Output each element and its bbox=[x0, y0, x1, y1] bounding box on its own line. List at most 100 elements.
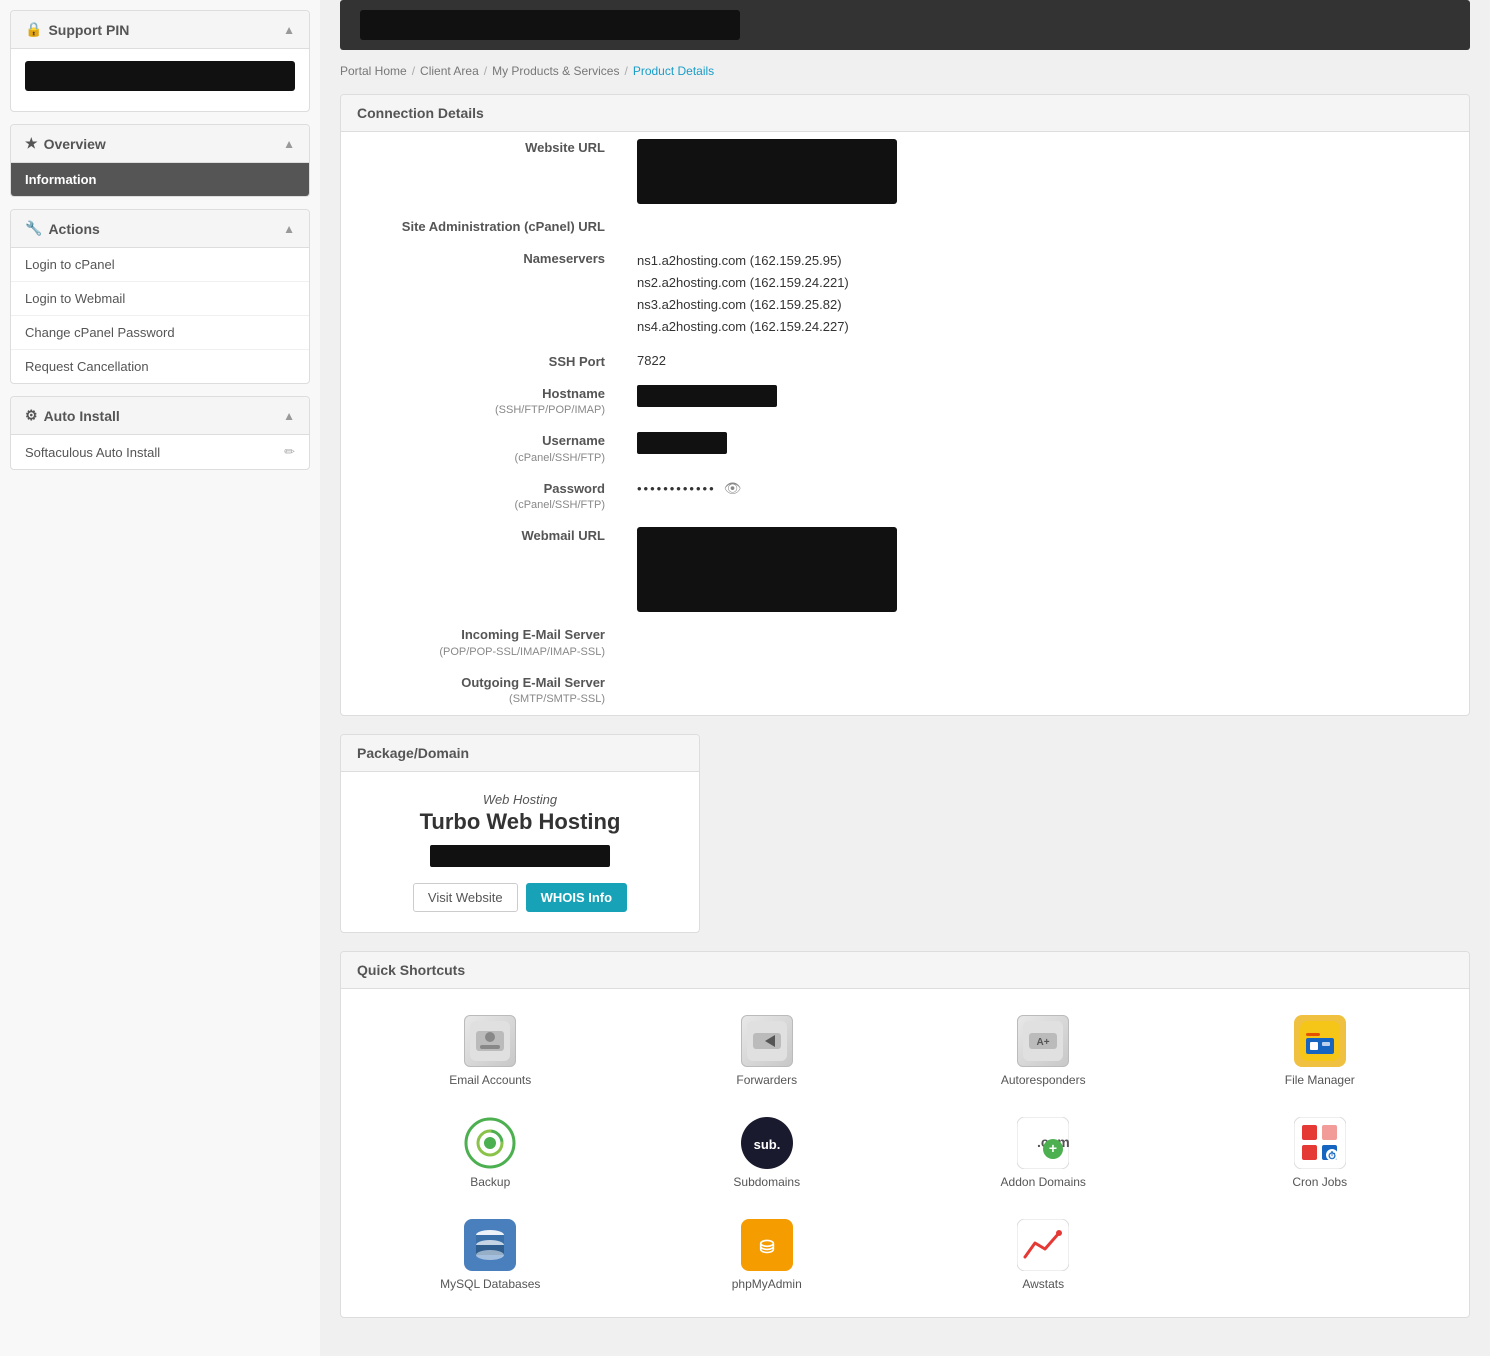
support-pin-value bbox=[25, 61, 295, 91]
chevron-up-icon-actions[interactable]: ▲ bbox=[283, 222, 295, 236]
package-domain-card: Package/Domain Web Hosting Turbo Web Hos… bbox=[340, 734, 700, 933]
autoresponders-label: Autoresponders bbox=[1001, 1073, 1086, 1087]
awstats-icon bbox=[1017, 1219, 1069, 1271]
svg-text:⏱: ⏱ bbox=[1328, 1150, 1336, 1162]
breadcrumb-portal-home[interactable]: Portal Home bbox=[340, 64, 407, 78]
sidebar-item-login-webmail[interactable]: Login to Webmail bbox=[11, 282, 309, 316]
package-domain-blacked bbox=[430, 845, 610, 867]
gear-icon: ⚙ bbox=[25, 407, 38, 424]
actions-label: Actions bbox=[48, 221, 99, 237]
auto-install-header: ⚙ Auto Install ▲ bbox=[11, 397, 309, 435]
forwarders-icon bbox=[741, 1015, 793, 1067]
breadcrumb: Portal Home / Client Area / My Products … bbox=[340, 64, 1470, 78]
visit-website-button[interactable]: Visit Website bbox=[413, 883, 518, 912]
outgoing-email-row: Outgoing E-Mail Server (SMTP/SMTP-SSL) bbox=[341, 667, 1469, 715]
subdomains-label: Subdomains bbox=[733, 1175, 800, 1189]
shortcuts-grid: Email Accounts Forwarders bbox=[341, 989, 1469, 1317]
sidebar-item-request-cancel[interactable]: Request Cancellation bbox=[11, 350, 309, 383]
shortcut-addon-domains[interactable]: .com + Addon Domains bbox=[910, 1107, 1177, 1199]
ssh-port-label: SSH Port bbox=[341, 346, 621, 378]
nameservers-values: ns1.a2hosting.com (162.159.25.95) ns2.a2… bbox=[621, 243, 1469, 345]
shortcut-forwarders[interactable]: Forwarders bbox=[634, 1005, 901, 1097]
support-pin-section: 🔒 Support PIN ▲ bbox=[10, 10, 310, 112]
overview-label: Overview bbox=[44, 136, 106, 152]
star-icon: ★ bbox=[25, 135, 38, 152]
mysql-databases-icon bbox=[464, 1219, 516, 1271]
shortcut-cron-jobs[interactable]: ⏱ Cron Jobs bbox=[1187, 1107, 1454, 1199]
sidebar-item-information[interactable]: Information bbox=[11, 163, 309, 196]
backup-icon bbox=[464, 1117, 516, 1169]
password-value: •••••••••••• 👁 bbox=[621, 473, 1469, 521]
shortcut-file-manager[interactable]: File Manager bbox=[1187, 1005, 1454, 1097]
lock-icon: 🔒 Support PIN bbox=[25, 21, 129, 38]
webmail-url-label: Webmail URL bbox=[341, 520, 621, 619]
shortcut-autoresponders[interactable]: A+ Autoresponders bbox=[910, 1005, 1177, 1097]
page-header-bar bbox=[340, 0, 1470, 50]
svg-text:+: + bbox=[1049, 1140, 1057, 1156]
hostname-row: Hostname (SSH/FTP/POP/IMAP) bbox=[341, 378, 1469, 426]
main-content: Portal Home / Client Area / My Products … bbox=[320, 0, 1490, 1356]
sidebar-item-change-password[interactable]: Change cPanel Password bbox=[11, 316, 309, 350]
email-accounts-icon bbox=[464, 1015, 516, 1067]
auto-install-section: ⚙ Auto Install ▲ Softaculous Auto Instal… bbox=[10, 396, 310, 470]
sidebar: 🔒 Support PIN ▲ ★ Overview ▲ Information… bbox=[0, 0, 320, 1356]
shortcut-mysql-databases[interactable]: MySQL Databases bbox=[357, 1209, 624, 1301]
overview-section: ★ Overview ▲ Information bbox=[10, 124, 310, 197]
breadcrumb-my-products[interactable]: My Products & Services bbox=[492, 64, 619, 78]
website-url-blacked bbox=[637, 139, 897, 204]
website-url-row: Website URL bbox=[341, 132, 1469, 211]
incoming-email-label: Incoming E-Mail Server (POP/POP-SSL/IMAP… bbox=[341, 619, 621, 667]
forwarders-label: Forwarders bbox=[736, 1073, 797, 1087]
support-pin-header: 🔒 Support PIN ▲ bbox=[11, 11, 309, 49]
username-value bbox=[621, 425, 1469, 473]
shortcut-email-accounts[interactable]: Email Accounts bbox=[357, 1005, 624, 1097]
eye-icon[interactable]: 👁 bbox=[724, 480, 742, 497]
svg-text:⛁: ⛁ bbox=[759, 1237, 774, 1257]
chevron-up-icon-auto[interactable]: ▲ bbox=[283, 409, 295, 423]
shortcut-awstats[interactable]: Awstats bbox=[910, 1209, 1177, 1301]
username-row: Username (cPanel/SSH/FTP) bbox=[341, 425, 1469, 473]
package-name: Turbo Web Hosting bbox=[361, 809, 679, 835]
page-title-blacked bbox=[360, 10, 740, 40]
chevron-up-icon[interactable]: ▲ bbox=[283, 23, 295, 37]
password-label: Password (cPanel/SSH/FTP) bbox=[341, 473, 621, 521]
overview-header: ★ Overview ▲ bbox=[11, 125, 309, 163]
autoresponders-icon: A+ bbox=[1017, 1015, 1069, 1067]
breadcrumb-product-details[interactable]: Product Details bbox=[633, 64, 714, 78]
outgoing-email-value bbox=[621, 667, 1469, 715]
edit-icon[interactable]: ✏ bbox=[284, 444, 295, 460]
actions-header: 🔧 Actions ▲ bbox=[11, 210, 309, 248]
sidebar-item-login-cpanel[interactable]: Login to cPanel bbox=[11, 248, 309, 282]
addon-domains-label: Addon Domains bbox=[1001, 1175, 1086, 1189]
hostname-label: Hostname (SSH/FTP/POP/IMAP) bbox=[341, 378, 621, 426]
backup-label: Backup bbox=[470, 1175, 510, 1189]
email-accounts-label: Email Accounts bbox=[449, 1073, 531, 1087]
connection-details-table: Website URL Site Administration (cPanel)… bbox=[341, 132, 1469, 715]
quick-shortcuts-card: Quick Shortcuts Email Accounts bbox=[340, 951, 1470, 1318]
shortcut-backup[interactable]: Backup bbox=[357, 1107, 624, 1199]
connection-details-card: Connection Details Website URL Site Admi… bbox=[340, 94, 1470, 716]
package-domain-header: Package/Domain bbox=[341, 735, 699, 772]
auto-install-label: Auto Install bbox=[44, 408, 120, 424]
shortcut-phpmyadmin[interactable]: ⛁ phpMyAdmin bbox=[634, 1209, 901, 1301]
breadcrumb-client-area[interactable]: Client Area bbox=[420, 64, 479, 78]
svg-text:sub.: sub. bbox=[753, 1137, 780, 1152]
incoming-email-value bbox=[621, 619, 1469, 667]
incoming-email-row: Incoming E-Mail Server (POP/POP-SSL/IMAP… bbox=[341, 619, 1469, 667]
whois-info-button[interactable]: WHOIS Info bbox=[526, 883, 628, 912]
password-dots: •••••••••••• bbox=[637, 481, 716, 496]
sidebar-item-softaculous[interactable]: Softaculous Auto Install ✏ bbox=[11, 435, 309, 469]
nameservers-label: Nameservers bbox=[341, 243, 621, 345]
cron-jobs-icon: ⏱ bbox=[1294, 1117, 1346, 1169]
phpmyadmin-icon: ⛁ bbox=[741, 1219, 793, 1271]
chevron-up-icon-overview[interactable]: ▲ bbox=[283, 137, 295, 151]
file-manager-icon bbox=[1294, 1015, 1346, 1067]
shortcut-subdomains[interactable]: sub. Subdomains bbox=[634, 1107, 901, 1199]
hostname-value bbox=[621, 378, 1469, 426]
hostname-blacked bbox=[637, 385, 777, 407]
awstats-label: Awstats bbox=[1022, 1277, 1064, 1291]
webmail-url-value bbox=[621, 520, 1469, 619]
star-icon-label: ★ Overview bbox=[25, 135, 106, 152]
webmail-url-blacked bbox=[637, 527, 897, 612]
website-url-label: Website URL bbox=[341, 132, 621, 211]
